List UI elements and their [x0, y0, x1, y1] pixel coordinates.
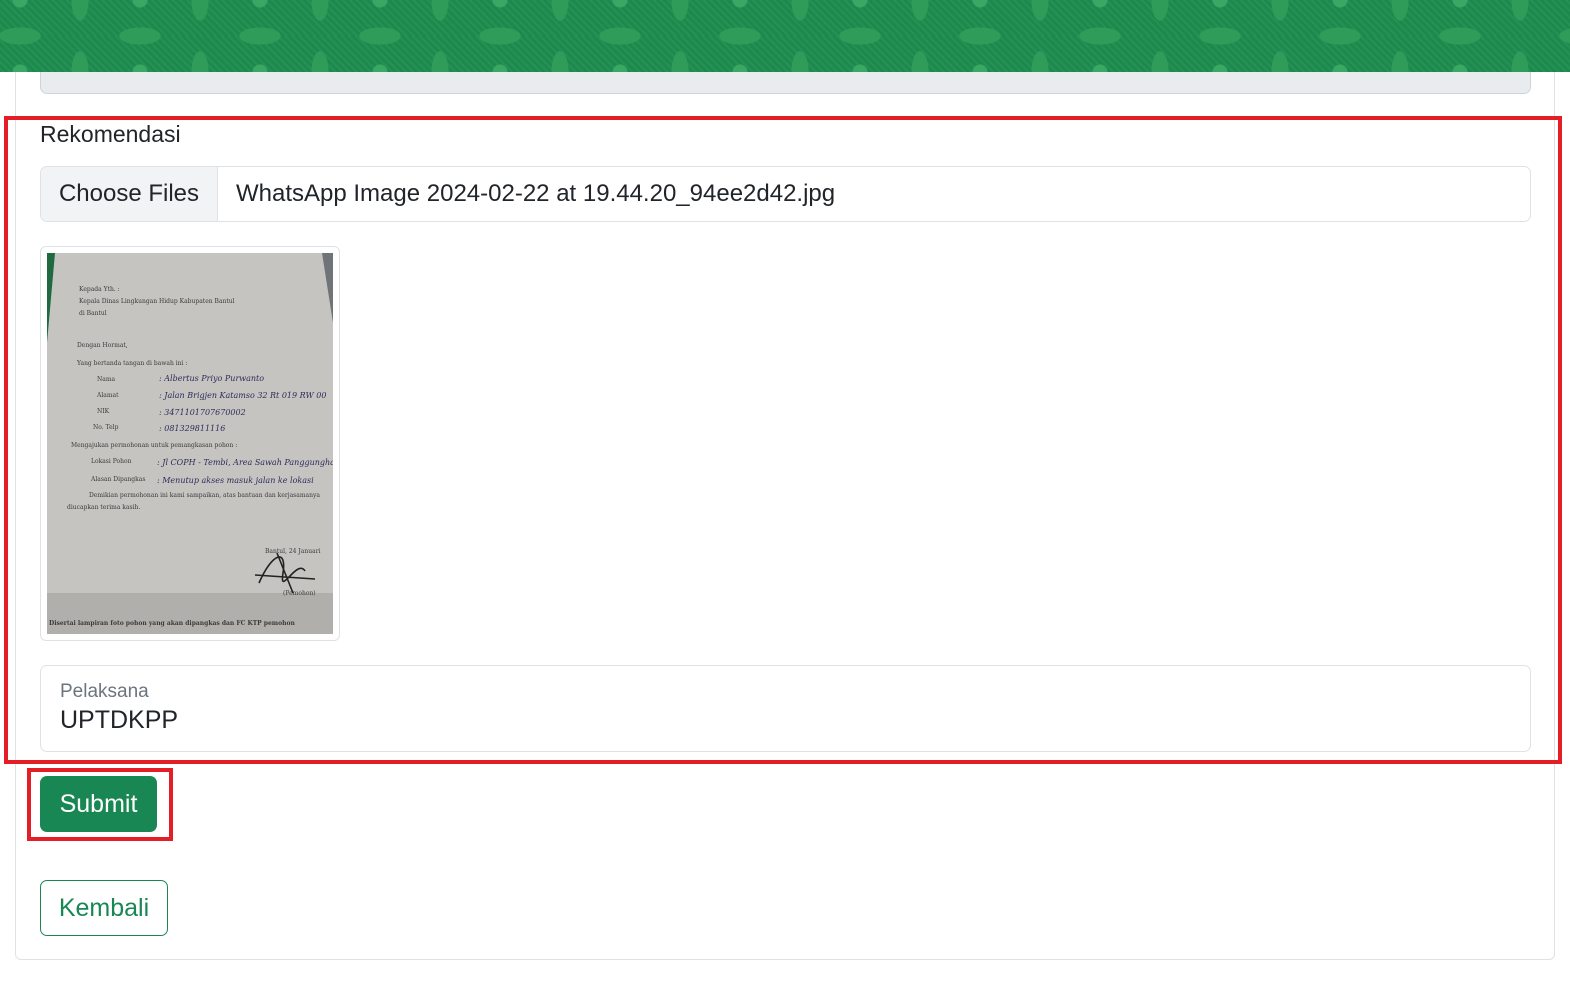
- pelaksana-field[interactable]: Pelaksana UPTDKPP: [40, 665, 1531, 752]
- letter-line: diucapkan terima kasih.: [67, 504, 140, 511]
- letter-line: di Bantul: [79, 310, 107, 317]
- rekomendasi-label: Rekomendasi: [40, 121, 181, 147]
- handwritten-line: : Jalan Brigjen Katamso 32 Rt 019 RW 00: [159, 391, 326, 400]
- handwritten-line: : Albertus Priyo Purwanto: [159, 374, 264, 383]
- header-banner: [0, 0, 1570, 72]
- letter-line: Alasan Dipangkas: [90, 476, 145, 483]
- letter-line: Yang bertanda tangan di bawah ini :: [76, 360, 187, 367]
- letter-photo: Kepada Yth. : Kepala Dinas Lingkungan Hi…: [47, 253, 333, 634]
- file-input[interactable]: Choose Files WhatsApp Image 2024-02-22 a…: [40, 166, 1531, 222]
- selected-file-name: WhatsApp Image 2024-02-22 at 19.44.20_94…: [236, 180, 836, 207]
- letter-line: Kepada Yth. :: [79, 286, 120, 293]
- handwritten-line: : 081329811116: [159, 424, 225, 433]
- letter-line: Dengan Hormat,: [77, 342, 128, 349]
- image-preview: Kepada Yth. : Kepala Dinas Lingkungan Hi…: [40, 246, 340, 641]
- letter-line: Alamat: [96, 392, 119, 399]
- letter-line: Mengajukan permohonan untuk pemangkasan …: [71, 442, 237, 449]
- handwritten-line: : 3471101707670002: [159, 408, 246, 417]
- handwritten-line: : Menutup akses masuk jalan ke lokasi: [157, 476, 314, 485]
- letter-line: Nama: [97, 376, 116, 383]
- letter-line: Lokasi Pohon: [91, 458, 132, 465]
- letter-line: Kepala Dinas Lingkungan Hidup Kabupaten …: [79, 298, 235, 305]
- letter-line: Bantul, 24 Januari: [265, 548, 321, 555]
- kembali-button[interactable]: Kembali: [40, 880, 168, 936]
- letter-line: NIK: [97, 408, 110, 415]
- letter-line: Disertai lampiran foto pohon yang akan d…: [49, 620, 296, 627]
- choose-files-button[interactable]: Choose Files: [41, 167, 218, 221]
- letter-line: (Pemohon): [283, 590, 316, 597]
- submit-button[interactable]: Submit: [40, 776, 157, 832]
- pelaksana-label: Pelaksana: [60, 681, 149, 702]
- letter-line: Demikian permohonan ini kami sampaikan, …: [89, 492, 320, 499]
- pelaksana-value[interactable]: UPTDKPP: [60, 706, 178, 735]
- handwritten-line: : Jl COPH - Tembi, Area Sawah Panggungha…: [157, 458, 333, 467]
- letter-line: No. Telp: [93, 424, 119, 431]
